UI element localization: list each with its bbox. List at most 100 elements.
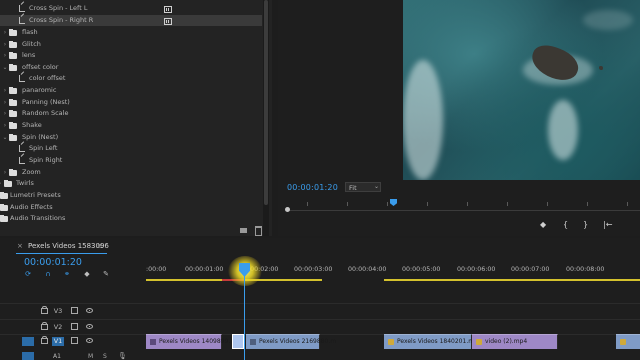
folder-icon [0,192,8,199]
microphone-icon[interactable]: 🎙 [118,352,127,360]
timeline-timecode[interactable]: 00:00:01:20 [24,257,82,268]
folder-icon [0,215,8,222]
close-icon[interactable]: × [17,242,23,250]
ruler-tick [347,202,348,206]
add-marker-icon[interactable]: ◆ [83,270,91,278]
chevron-right-icon[interactable]: › [2,120,8,131]
ruler-label: :00:00 [146,266,167,273]
linked-selection-icon[interactable]: ⚭ [63,270,71,278]
preset-icon [19,75,25,82]
source-patch-v1[interactable] [22,337,34,346]
program-timecode[interactable]: 00:00:01:20 [287,183,338,192]
clip[interactable]: Pexels Videos 1840201.mp4 [384,334,482,349]
ruler-label: 00:00:06:00 [457,266,496,273]
sync-lock-icon[interactable] [71,337,78,344]
folder-icon [0,204,8,211]
effect-folder-panning-nest[interactable]: › Panning (Nest) [0,97,262,108]
folder-icon [9,87,17,94]
solo-icon[interactable]: S [103,353,107,360]
track-name[interactable]: A1 [53,353,61,360]
folder-icon [9,99,17,106]
chevron-down-icon[interactable]: ⌄ [2,132,8,143]
chevron-right-icon[interactable]: › [2,50,8,61]
panel-menu-icon[interactable]: ≡ [97,242,103,250]
accelerated-effect-icon [164,6,172,13]
track-header-v3[interactable]: V3 [0,304,146,319]
program-time-ruler[interactable] [287,200,640,210]
track-name[interactable]: V3 [52,307,64,316]
effect-folder-random-scale[interactable]: › Random Scale [0,108,262,119]
timeline-playhead-line[interactable] [244,270,245,360]
eye-icon[interactable] [86,308,93,313]
effect-folder-lumetri-presets[interactable]: Lumetri Presets [0,190,262,201]
ruler-tick [467,202,468,206]
lock-icon[interactable] [41,336,48,344]
effect-folder-lens[interactable]: › lens [0,50,262,61]
program-video-frame[interactable] [403,0,640,180]
effect-item-cross-spin-left[interactable]: Cross Spin - Left L [0,3,262,14]
chevron-down-icon[interactable]: ⌄ [2,62,8,73]
effect-item-label: Panning (Nest) [22,98,70,106]
eye-icon[interactable] [86,338,93,343]
mark-out-icon[interactable]: } [583,220,588,229]
wrench-icon[interactable]: ✎ [102,270,110,278]
effect-folder-offset-color[interactable]: ⌄ offset color [0,62,262,73]
effect-folder-zoom[interactable]: › Zoom [0,167,262,178]
effect-folder-audio-effects[interactable]: Audio Effects [0,202,262,213]
nest-toggle-icon[interactable]: ⟳ [24,270,32,278]
track-header-a1[interactable]: A1 M S 🎙 [0,350,640,360]
clip[interactable]: Pexels Videos 2169880.m [246,334,336,349]
effect-folder-panaromic[interactable]: › panaromic [0,85,262,96]
work-area-bar[interactable] [384,279,640,281]
effect-folder-twirls[interactable]: › Twirls [0,178,262,189]
chevron-right-icon[interactable]: › [0,178,3,189]
chevron-down-icon[interactable]: ⌄ [374,183,379,190]
lock-icon[interactable] [41,322,48,330]
track-header-v1[interactable]: V1 [0,334,146,349]
effect-item-cross-spin-right[interactable]: Cross Spin - Right R [0,15,262,26]
clip[interactable]: Pexels Videos 1409899.m [146,334,236,349]
sync-lock-icon[interactable] [71,323,78,330]
clip[interactable] [616,334,640,349]
mute-icon[interactable]: M [88,353,93,360]
program-scrub-bar[interactable] [287,210,640,211]
effect-item-label: Audio Transitions [10,214,66,222]
snap-icon[interactable]: ∩ [44,270,52,278]
chevron-right-icon[interactable]: › [2,27,8,38]
chevron-right-icon[interactable]: › [2,167,8,178]
preset-icon [19,5,25,12]
source-patch-a1[interactable] [22,352,34,360]
chevron-right-icon[interactable]: › [2,85,8,96]
new-bin-icon[interactable] [240,228,247,233]
effect-folder-audio-transitions[interactable]: Audio Transitions [0,213,262,224]
wave-foam [548,100,578,160]
effect-item-label: Spin Right [29,156,63,164]
effect-item-spin-left[interactable]: Spin Left [0,143,262,154]
effect-folder-glitch[interactable]: › Glitch [0,39,262,50]
chevron-right-icon[interactable]: › [2,108,8,119]
sync-lock-icon[interactable] [71,307,78,314]
effect-item-color-offset[interactable]: color offset [0,73,262,84]
ruler-label: 00:00:01:00 [185,266,224,273]
chevron-right-icon[interactable]: › [2,97,8,108]
trash-icon[interactable] [255,226,262,236]
track-header-v2[interactable]: V2 [0,320,146,335]
effect-folder-flash[interactable]: › flash [0,27,262,38]
marker-icon[interactable]: ◆ [540,220,546,229]
chevron-right-icon[interactable]: › [2,39,8,50]
lock-icon[interactable] [41,306,48,314]
eye-icon[interactable] [86,324,93,329]
scrub-start-handle[interactable] [285,207,290,212]
track-name[interactable]: V2 [52,323,64,332]
mark-in-icon[interactable]: { [563,220,568,229]
effect-folder-spin-nest[interactable]: ⌄ Spin (Nest) [0,132,262,143]
effect-item-spin-right[interactable]: Spin Right [0,155,262,166]
go-to-in-icon[interactable]: |← [603,220,612,229]
clip-selected[interactable] [232,334,244,349]
track-name[interactable]: V1 [52,337,64,346]
effects-scrollbar-thumb[interactable] [264,0,268,205]
folder-icon [9,110,17,117]
ruler-tick [387,202,388,206]
effect-folder-shake[interactable]: › Shake [0,120,262,131]
clip[interactable]: video (2).mp4 [472,334,558,349]
